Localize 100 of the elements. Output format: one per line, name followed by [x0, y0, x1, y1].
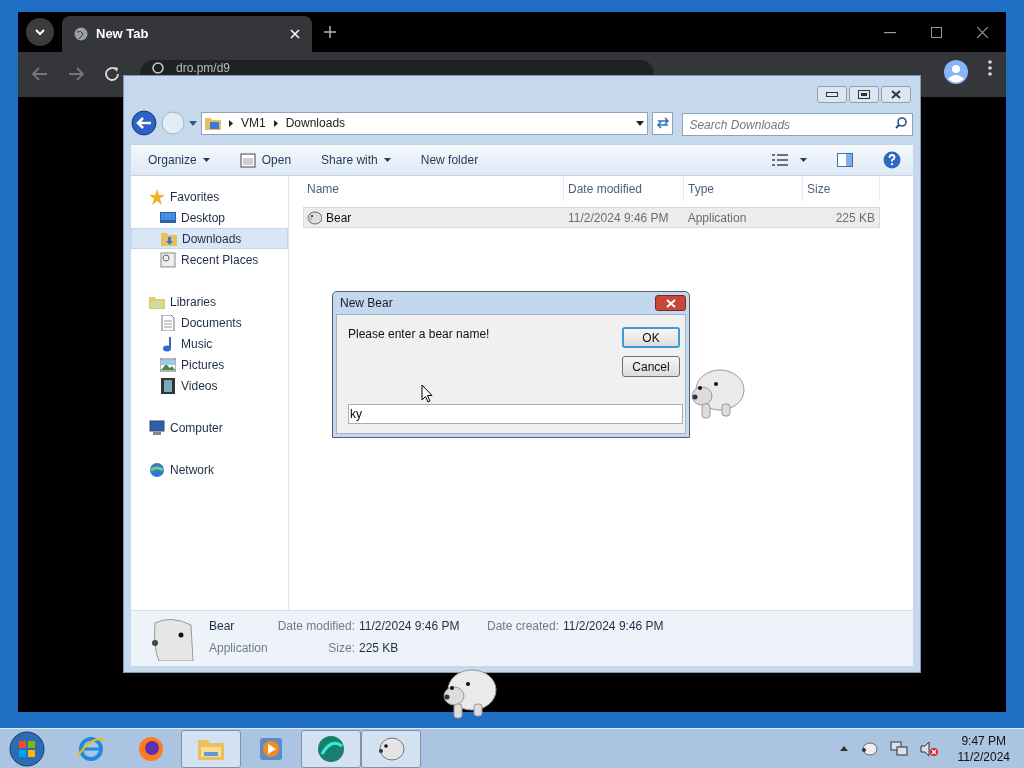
downloads-icon: [161, 230, 177, 247]
navigation-item[interactable]: Network: [131, 459, 288, 480]
refresh-button[interactable]: [652, 111, 674, 135]
field-value: 11/2/2024 9:46 PM: [563, 618, 665, 635]
bear-icon: [306, 210, 322, 225]
back-arrow-icon: [32, 67, 48, 81]
start-orb-icon[interactable]: [8, 729, 46, 768]
computer-icon: [149, 419, 165, 436]
reload-icon: [104, 66, 120, 82]
list-view-icon: [772, 154, 788, 166]
breadcrumb-item[interactable]: Downloads: [285, 114, 346, 132]
site-info-icon: [152, 62, 164, 74]
preview-pane-icon[interactable]: [837, 153, 853, 167]
dialog-message: Please enter a bear name!: [348, 326, 490, 343]
browser-tab[interactable]: New Tab: [62, 16, 312, 52]
navigation-item[interactable]: Videos: [131, 375, 288, 396]
address-bar[interactable]: VM1 Downloads: [201, 111, 649, 135]
address-text: dro.pm/d9: [176, 62, 231, 75]
toolbar-button[interactable]: New folder: [420, 151, 479, 169]
address-bar[interactable]: dro.pm/d9: [140, 60, 654, 75]
dialog-button[interactable]: Cancel: [622, 356, 680, 377]
field-value: 225 KB: [359, 640, 400, 657]
dropdown-arrow-icon: [189, 120, 197, 126]
navigation-item[interactable]: Desktop: [131, 207, 288, 228]
maximize-icon: [931, 27, 942, 38]
minimize-icon: [826, 91, 838, 97]
file-row[interactable]: Bear 11/2/2024 9:46 PM Application 225 KB: [303, 207, 880, 228]
navigation-item[interactable]: Music: [131, 333, 288, 354]
window-icon: [239, 152, 256, 168]
field-label: Size:: [328, 640, 355, 657]
polar-bear-drawing: [440, 666, 498, 720]
search-icon: [895, 116, 907, 129]
taskbar-button[interactable]: [361, 729, 421, 768]
profile-icon: [944, 60, 968, 84]
speaker-muted-icon: [919, 740, 938, 757]
file-type: Application: [209, 640, 269, 657]
navigation-item[interactable]: Libraries: [131, 291, 288, 312]
bear-icon: [859, 741, 878, 756]
close-icon: [977, 27, 988, 38]
close-icon: [290, 29, 300, 39]
picture-icon: [160, 356, 176, 373]
column-header[interactable]: Type: [684, 176, 803, 201]
field-value: 11/2/2024 9:46 PM: [359, 618, 461, 635]
close-button[interactable]: [655, 295, 686, 311]
show-hidden-icons-icon: [839, 746, 848, 751]
toolbar-button[interactable]: Organize: [148, 151, 210, 169]
star-icon: [149, 188, 165, 205]
chevron-right-icon: [273, 119, 278, 127]
navigation-item[interactable]: Documents: [131, 312, 288, 333]
dropdown-arrow-icon: [800, 158, 807, 162]
field-label: Date created:: [487, 618, 560, 635]
dialog-title: New Bear: [340, 295, 393, 312]
help-icon[interactable]: [883, 151, 901, 169]
tab-title: New Tab: [96, 25, 150, 44]
column-header[interactable]: Date modified: [564, 176, 684, 201]
search-field[interactable]: Search Downloads: [682, 113, 913, 136]
close-icon: [665, 298, 676, 308]
folder-icon: [205, 116, 221, 130]
view-options-button[interactable]: [772, 154, 807, 166]
file-name: Bear: [326, 209, 352, 227]
clock-time[interactable]: 9:47 PM: [961, 732, 1007, 749]
navigation-item[interactable]: Favorites: [131, 186, 288, 207]
navigation-item[interactable]: Pictures: [131, 354, 288, 375]
navigation-item[interactable]: Downloads: [131, 228, 288, 249]
field-label: Date modified:: [277, 618, 355, 635]
dropdown-arrow-icon: [636, 120, 645, 126]
column-header[interactable]: Size: [803, 176, 880, 201]
restore-icon: [858, 89, 870, 99]
toolbar-button[interactable]: Share with: [321, 151, 391, 169]
file-size: 225 KB: [834, 209, 876, 227]
refresh-icon: [655, 117, 670, 129]
navigation-item[interactable]: Recent Places: [131, 249, 288, 270]
network-icon: [889, 740, 908, 757]
network-icon: [149, 461, 165, 478]
video-icon: [160, 377, 176, 394]
desktop-icon: [160, 209, 176, 226]
toolbar-button[interactable]: Open: [239, 151, 292, 169]
mouse-pointer-icon: [421, 384, 433, 403]
name-input-field[interactable]: ky: [348, 404, 683, 424]
column-header[interactable]: Name: [303, 176, 564, 201]
date-modified: 11/2/2024 9:46 PM: [567, 209, 670, 227]
restore-button[interactable]: [849, 85, 879, 103]
recent-icon: [160, 251, 176, 268]
minimize-icon: [884, 31, 896, 34]
minimize-button[interactable]: [817, 85, 847, 103]
new-tab-icon[interactable]: [324, 26, 336, 38]
close-icon: [891, 89, 901, 99]
document-icon: [160, 314, 176, 331]
tab-list-button[interactable]: [26, 18, 54, 46]
clock-date[interactable]: 11/2/2024: [957, 748, 1010, 765]
chevron-right-icon: [229, 119, 233, 127]
chevron-down-icon: [35, 29, 45, 35]
breadcrumb-item[interactable]: VM1: [241, 114, 266, 132]
close-button[interactable]: [881, 85, 911, 103]
file-name: Bear: [209, 618, 236, 635]
navigation-item[interactable]: Computer: [131, 417, 288, 438]
more-menu-icon: [988, 60, 992, 76]
taskbar-button[interactable]: [301, 729, 361, 768]
dialog-button[interactable]: OK: [622, 327, 680, 348]
polar-bear-drawing: [688, 366, 746, 420]
